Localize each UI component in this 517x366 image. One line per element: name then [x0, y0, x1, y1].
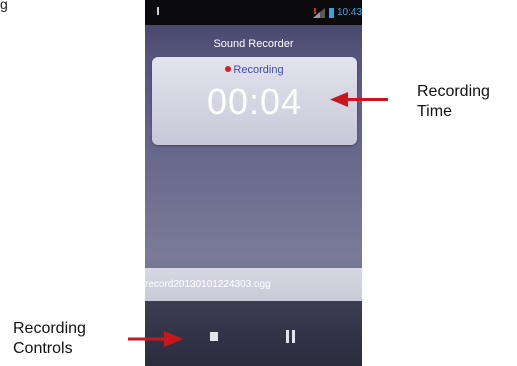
recording-controls-callout: Recording Controls — [13, 319, 86, 359]
recording-controls-arrow — [128, 331, 183, 347]
filename-bar: record20130101224303.ogg — [145, 268, 362, 301]
recording-controls-callout-line2: Controls — [13, 340, 73, 357]
battery-icon — [329, 8, 334, 18]
recording-card: Recording 00:04 — [152, 57, 357, 145]
status-time: 10:43 — [337, 7, 362, 18]
signal-icon — [313, 8, 325, 18]
app-title: Sound Recorder — [213, 38, 294, 50]
recording-status-label: Recording — [233, 64, 284, 76]
status-clock: 10:43PM — [337, 7, 362, 18]
corner-text: g — [0, 0, 8, 12]
stop-icon — [210, 332, 218, 341]
recording-time-arrow — [330, 92, 388, 107]
recording-controls-callout-line1: Recording — [13, 320, 86, 337]
recording-filename: record20130101224303.ogg — [145, 279, 271, 290]
pause-button[interactable] — [273, 319, 309, 355]
recording-time-callout-line2: Time — [417, 103, 452, 120]
stop-button[interactable] — [196, 319, 232, 355]
status-bar: 10:43PM — [145, 0, 362, 25]
recording-status: Recording — [152, 64, 357, 76]
recording-dot-icon — [225, 66, 232, 72]
recording-time-callout-line1: Recording — [417, 83, 490, 100]
recording-time-callout: Recording Time — [417, 82, 490, 122]
notification-icon — [157, 7, 159, 15]
phone-screen: 10:43PM Sound Recorder Recording 00:04 r… — [145, 0, 362, 366]
recording-timer: 00:04 — [206, 81, 303, 122]
